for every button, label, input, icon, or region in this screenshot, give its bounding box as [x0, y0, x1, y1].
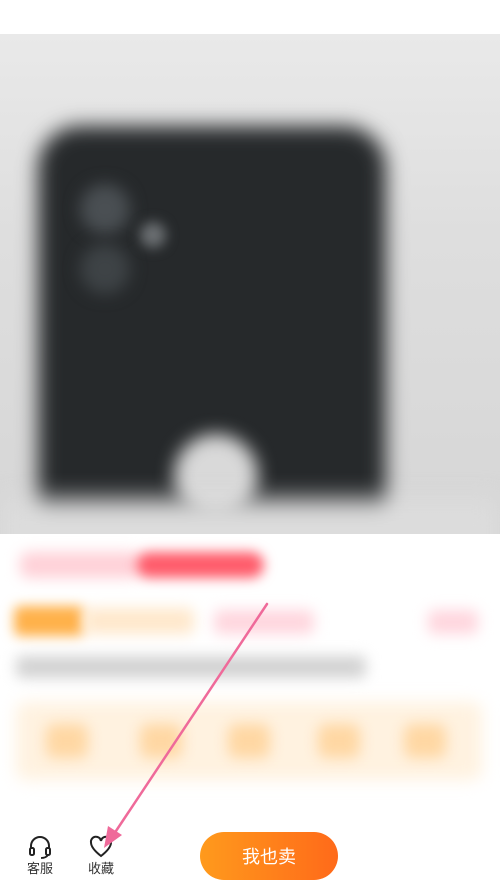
headset-icon	[29, 836, 51, 859]
flash-blur	[140, 222, 166, 248]
camera-lens-blur	[80, 244, 130, 294]
customer-service-button[interactable]: 客服	[12, 834, 68, 884]
tag-blur	[14, 606, 84, 636]
service-icon-blur	[46, 724, 88, 758]
tag-blur	[84, 608, 194, 634]
favorite-button[interactable]: 收藏	[73, 834, 129, 884]
bottom-action-bar: 客服 收藏 我也卖	[0, 820, 500, 889]
title-blur	[16, 656, 366, 678]
service-icon-blur	[228, 724, 270, 758]
product-photo[interactable]	[0, 34, 500, 534]
favorite-label: 收藏	[87, 862, 114, 877]
heart-icon	[89, 835, 113, 858]
camera-lens-blur	[80, 184, 130, 234]
service-icon-blur	[140, 724, 182, 758]
promo-pill-blur	[136, 552, 264, 578]
tag-blur	[214, 610, 314, 634]
service-icon-blur	[404, 724, 446, 758]
customer-service-label: 客服	[26, 862, 53, 877]
sell-too-button[interactable]: 我也卖	[200, 832, 338, 880]
service-icon-blur	[318, 724, 360, 758]
price-banner-blur	[20, 552, 140, 578]
tag-blur	[428, 610, 478, 634]
product-info-blurred	[0, 534, 500, 820]
background-blur	[0, 499, 500, 534]
status-bar-area	[0, 0, 500, 34]
